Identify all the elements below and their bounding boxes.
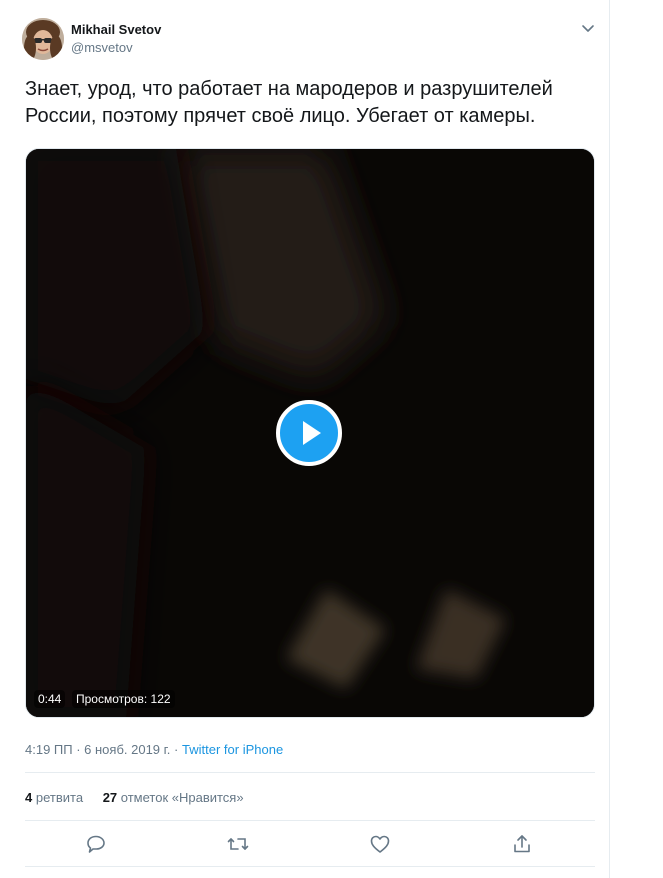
retweets-stat[interactable]: 4 ретвита (25, 790, 87, 805)
reply-icon (87, 835, 105, 853)
divider (25, 772, 595, 773)
tweet-text: Знает, урод, что работает на мародеров и… (25, 78, 553, 127)
retweets-count: 4 (25, 790, 33, 805)
likes-label: отметок «Нравится» (120, 790, 244, 805)
author-name[interactable]: Mikhail Svetov (71, 22, 161, 37)
tweet-column: Mikhail Svetov @msvetov Знает, урод, что… (0, 0, 610, 878)
source-link[interactable]: Twitter for iPhone (182, 742, 283, 757)
divider (25, 820, 595, 821)
author-handle[interactable]: @msvetov (71, 40, 133, 55)
tweet-meta: 4:19 ПП · 6 нояб. 2019 г. · Twitter for … (25, 742, 283, 757)
likes-count: 27 (102, 790, 118, 805)
like-button[interactable] (368, 832, 392, 856)
play-button[interactable] (276, 400, 342, 466)
meta-separator: · (174, 742, 179, 757)
timestamp[interactable]: 4:19 ПП · 6 нояб. 2019 г. (25, 742, 170, 757)
video-views: Просмотров: 122 (72, 690, 175, 708)
divider (25, 866, 595, 867)
avatar[interactable] (22, 18, 64, 60)
retweets-label: ретвита (35, 790, 84, 805)
chevron-down-icon[interactable] (580, 20, 596, 36)
video-player[interactable]: 0:44 Просмотров: 122 (25, 148, 595, 718)
share-button[interactable] (510, 832, 534, 856)
video-duration: 0:44 (34, 690, 66, 708)
heart-icon (370, 835, 390, 853)
likes-stat[interactable]: 27 отметок «Нравится» (103, 790, 244, 805)
reply-button[interactable] (84, 832, 108, 856)
tweet-stats: 4 ретвита 27 отметок «Нравится» (25, 790, 260, 805)
play-icon (303, 421, 321, 445)
share-icon (514, 835, 530, 853)
retweet-icon (227, 838, 249, 850)
retweet-button[interactable] (226, 832, 250, 856)
